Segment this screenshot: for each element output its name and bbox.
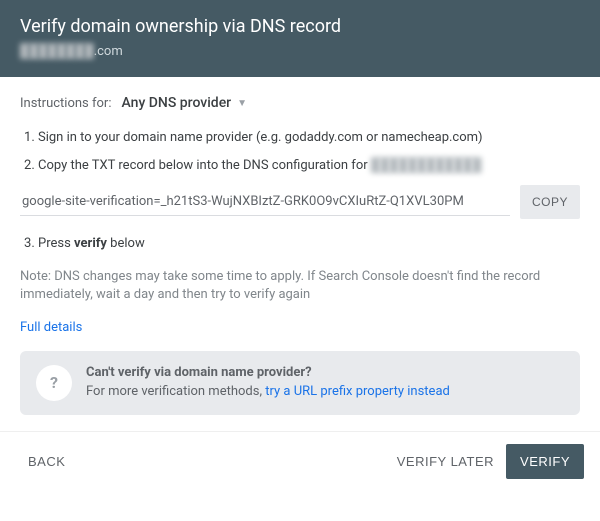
copy-button[interactable]: COPY xyxy=(520,185,580,219)
url-prefix-link[interactable]: try a URL prefix property instead xyxy=(265,384,450,399)
txt-record-row: COPY xyxy=(20,185,580,219)
step-2-blur: ████████████ xyxy=(371,158,482,173)
dialog-footer: BACK VERIFY LATER VERIFY xyxy=(0,431,600,491)
help-icon: ? xyxy=(36,365,72,401)
provider-selected: Any DNS provider xyxy=(121,95,231,111)
header-title: Verify domain ownership via DNS record xyxy=(20,16,580,37)
txt-record-input[interactable] xyxy=(20,188,510,216)
tip-box: ? Can't verify via domain name provider?… xyxy=(20,351,580,415)
tip-content: Can't verify via domain name provider? F… xyxy=(86,365,450,399)
dialog-header: Verify domain ownership via DNS record █… xyxy=(0,0,600,77)
tip-text-prefix: For more verification methods, xyxy=(86,384,265,399)
dns-note: Note: DNS changes may take some time to … xyxy=(20,268,580,304)
instruction-list-2: Press verify below xyxy=(20,235,580,253)
domain-suffix: .com xyxy=(94,44,123,59)
header-domain: ████████.com xyxy=(20,43,580,59)
step-3-prefix: Press xyxy=(38,236,74,251)
tip-text: For more verification methods, try a URL… xyxy=(86,384,450,399)
step-3-bold: verify xyxy=(74,236,107,251)
step-2: Copy the TXT record below into the DNS c… xyxy=(38,157,580,175)
instruction-list: Sign in to your domain name provider (e.… xyxy=(20,129,580,175)
verify-later-button[interactable]: VERIFY LATER xyxy=(385,444,506,479)
step-3: Press verify below xyxy=(38,235,580,253)
verify-button[interactable]: VERIFY xyxy=(506,444,584,479)
provider-label: Instructions for: xyxy=(20,96,111,111)
back-button[interactable]: BACK xyxy=(16,444,77,479)
step-2-text: Copy the TXT record below into the DNS c… xyxy=(38,158,371,173)
dialog-content: Instructions for: Any DNS provider ▼ Sig… xyxy=(0,77,600,431)
chevron-down-icon: ▼ xyxy=(237,98,247,109)
provider-select[interactable]: Any DNS provider ▼ xyxy=(121,95,247,111)
domain-blur: ████████ xyxy=(20,44,94,59)
step-3-suffix: below xyxy=(107,236,145,251)
tip-title: Can't verify via domain name provider? xyxy=(86,365,450,380)
provider-row: Instructions for: Any DNS provider ▼ xyxy=(20,95,580,111)
full-details-link[interactable]: Full details xyxy=(20,320,82,335)
step-1: Sign in to your domain name provider (e.… xyxy=(38,129,580,147)
